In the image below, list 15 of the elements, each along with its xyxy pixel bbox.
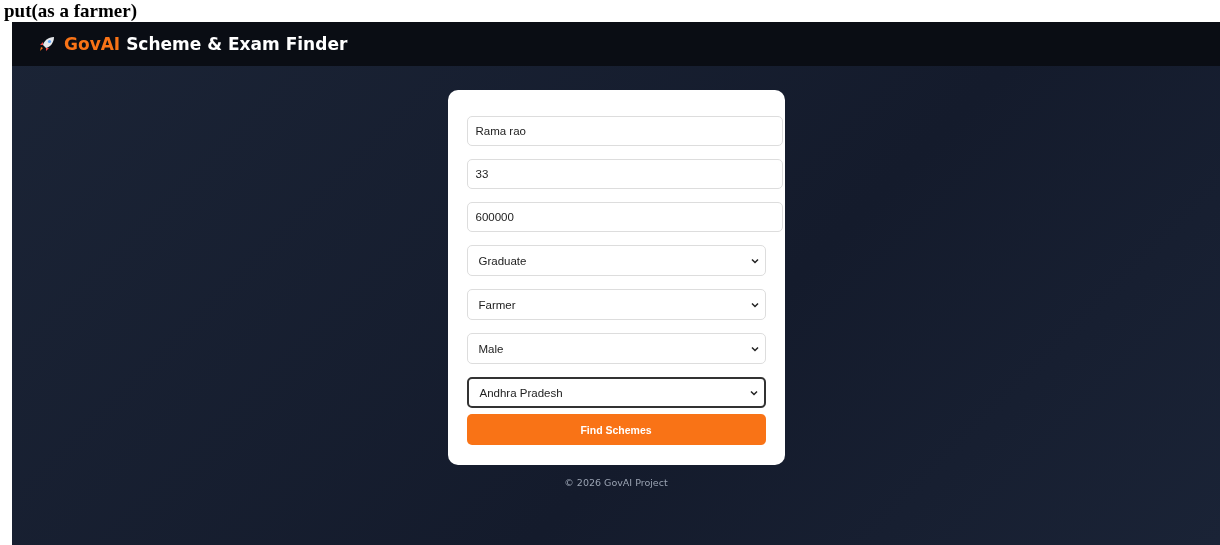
app-title: GovAI Scheme & Exam Finder [64,34,348,54]
dropdown[interactable]: Male [466,333,766,364]
dropdown[interactable]: Andhra Pradesh [466,377,766,408]
chevron-down-icon [750,301,759,308]
footer-text: © 2026 GovAI Project [564,477,668,488]
chevron-down-icon [750,345,759,352]
chevron-down-icon [749,389,758,396]
chevron-down-icon [750,257,759,264]
dropdown[interactable]: Graduate [466,245,766,276]
caption-text: put(as a farmer) [3,0,138,22]
input-field[interactable]: 600000 [466,202,783,232]
dropdown[interactable]: Farmer [466,289,766,320]
input-field[interactable]: 33 [466,159,783,189]
input-field[interactable]: Rama rao [466,116,783,146]
rocket-icon [38,35,56,53]
